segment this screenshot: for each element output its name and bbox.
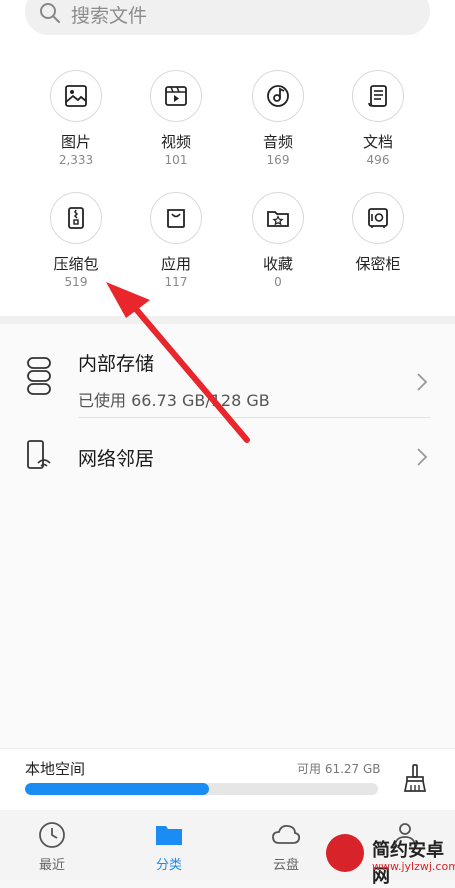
category-label: 收藏 [262, 255, 293, 273]
image-icon [50, 70, 102, 122]
category-apps[interactable]: 应用 117 [126, 192, 226, 289]
category-archives[interactable]: 压缩包 519 [26, 192, 126, 289]
storage-list: 内部存储 已使用 66.73 GB/128 GB 网络邻居 [0, 324, 455, 748]
watermark: 简约安卓网 www.jylzwj.com [320, 832, 455, 887]
tab-categories[interactable]: 分类 [119, 810, 219, 880]
storage-progress-bar [25, 783, 378, 795]
local-space-label: 本地空间 [25, 760, 86, 778]
search-bar[interactable]: 搜索文件 [25, 0, 430, 35]
star-folder-icon [252, 192, 304, 244]
row-divider [78, 417, 430, 418]
local-space-panel: 本地空间 可用 61.27 GB [0, 748, 455, 811]
network-neighbors-row[interactable]: 网络邻居 [0, 429, 455, 484]
internal-storage-usage: 已使用 66.73 GB/128 GB [78, 391, 270, 410]
category-count: 2,333 [58, 153, 94, 167]
internal-storage-title: 内部存储 [78, 353, 155, 375]
chevron-right-icon [417, 448, 428, 466]
category-count: 496 [366, 153, 390, 167]
network-neighbors-title: 网络邻居 [78, 448, 155, 470]
app-bag-icon [150, 192, 202, 244]
clock-icon [39, 822, 65, 848]
category-images[interactable]: 图片 2,333 [26, 70, 126, 167]
section-divider [0, 316, 455, 324]
watermark-url: www.jylzwj.com [372, 860, 455, 873]
local-space-available: 可用 61.27 GB [297, 762, 381, 776]
storage-progress-fill [25, 783, 209, 795]
category-label: 保密柜 [355, 255, 401, 273]
zip-icon [50, 192, 102, 244]
tab-label: 最近 [38, 858, 65, 873]
document-icon [352, 70, 404, 122]
category-favorites[interactable]: 收藏 0 [228, 192, 328, 289]
network-phone-icon [27, 440, 51, 469]
tab-recent[interactable]: 最近 [2, 810, 102, 880]
category-label: 文档 [362, 133, 393, 151]
safe-icon [352, 192, 404, 244]
search-placeholder: 搜索文件 [71, 5, 148, 27]
cloud-icon [272, 824, 301, 844]
chevron-right-icon [417, 373, 428, 391]
category-label: 应用 [160, 255, 191, 273]
watermark-logo-icon [326, 834, 364, 872]
category-count: 169 [266, 153, 290, 167]
category-count: 519 [64, 275, 88, 289]
category-label: 图片 [60, 133, 91, 151]
video-icon [150, 70, 202, 122]
category-count: 0 [274, 275, 282, 289]
category-documents[interactable]: 文档 496 [328, 70, 428, 167]
search-icon [40, 3, 60, 23]
category-count: 117 [164, 275, 188, 289]
category-label: 音频 [262, 133, 293, 151]
tab-label: 分类 [155, 858, 182, 873]
category-label: 压缩包 [53, 255, 99, 273]
storage-icon [27, 357, 51, 395]
audio-icon [252, 70, 304, 122]
folder-icon [156, 826, 182, 845]
category-label: 视频 [160, 133, 191, 151]
broom-clean-icon[interactable] [402, 763, 428, 793]
internal-storage-row[interactable]: 内部存储 已使用 66.73 GB/128 GB [0, 344, 455, 419]
category-safe[interactable]: 保密柜 [328, 192, 428, 275]
category-panel: 搜索文件 图片 2,333 视频 101 音频 169 文档 496 压缩包 5… [0, 0, 455, 316]
category-count: 101 [164, 153, 188, 167]
category-audio[interactable]: 音频 169 [228, 70, 328, 167]
category-videos[interactable]: 视频 101 [126, 70, 226, 167]
